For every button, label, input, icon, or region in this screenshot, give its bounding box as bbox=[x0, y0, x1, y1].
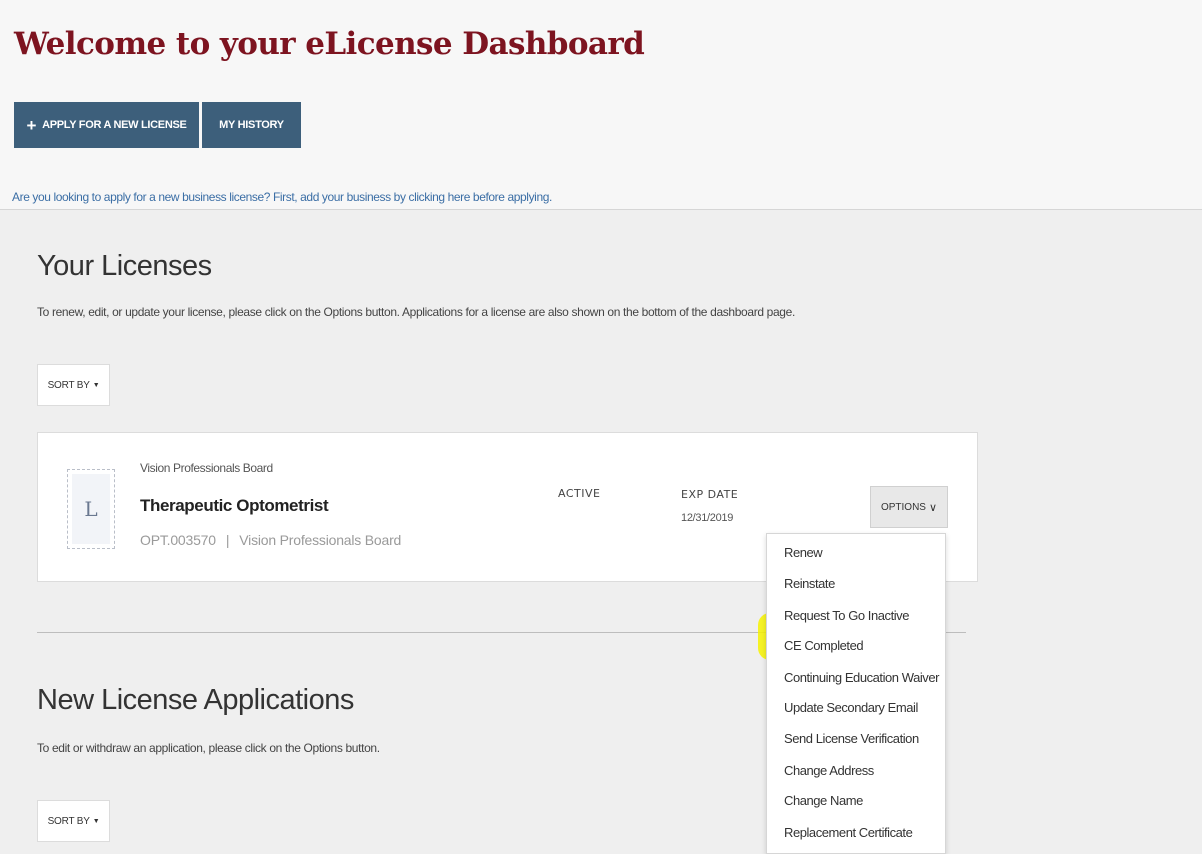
apply-new-license-button[interactable]: + APPLY FOR A NEW LICENSE bbox=[14, 102, 199, 148]
menu-item-reinstate[interactable]: Reinstate bbox=[784, 576, 835, 591]
exp-date-value: 12/31/2019 bbox=[681, 512, 734, 524]
sort-by-label: SORT BY bbox=[47, 379, 90, 391]
applications-sort-by-button[interactable]: SORT BY ▼ bbox=[37, 800, 110, 842]
license-name: Therapeutic Optometrist bbox=[140, 496, 329, 515]
new-applications-title: New License Applications bbox=[37, 684, 354, 716]
caret-down-icon: ▼ bbox=[92, 817, 100, 825]
options-label: OPTIONS bbox=[880, 501, 926, 513]
menu-item-ce-completed[interactable]: CE Completed bbox=[784, 638, 864, 653]
exp-date-label: EXP DATE bbox=[681, 488, 739, 501]
caret-down-icon: ▼ bbox=[92, 381, 100, 389]
plus-icon: + bbox=[26, 115, 37, 135]
add-business-link[interactable]: Are you looking to apply for a new busin… bbox=[12, 190, 552, 204]
license-status: ACTIVE bbox=[558, 487, 601, 500]
menu-item-send-license-verification[interactable]: Send License Verification bbox=[784, 731, 919, 746]
my-history-label: MY HISTORY bbox=[219, 119, 284, 131]
header-divider bbox=[0, 209, 1202, 210]
menu-item-ce-waiver[interactable]: Continuing Education Waiver bbox=[784, 670, 939, 685]
menu-item-replacement-certificate[interactable]: Replacement Certificate bbox=[784, 825, 913, 840]
license-certificate-icon: L bbox=[67, 469, 115, 549]
apply-new-license-label: APPLY FOR A NEW LICENSE bbox=[42, 119, 187, 131]
new-applications-description: To edit or withdraw an application, plea… bbox=[37, 741, 380, 755]
your-licenses-title: Your Licenses bbox=[37, 250, 212, 282]
license-separator: | bbox=[225, 532, 230, 548]
license-board-name: Vision Professionals Board bbox=[140, 461, 273, 475]
license-certificate-glyph: L bbox=[72, 474, 110, 544]
license-sub-board: Vision Professionals Board bbox=[239, 532, 402, 548]
menu-item-renew[interactable]: Renew bbox=[784, 545, 823, 560]
options-dropdown-menu: Renew Reinstate Request To Go Inactive C… bbox=[766, 533, 946, 854]
your-licenses-description: To renew, edit, or update your license, … bbox=[37, 305, 795, 319]
licenses-sort-by-button[interactable]: SORT BY ▼ bbox=[37, 364, 110, 406]
sort-by-label: SORT BY bbox=[47, 815, 90, 827]
menu-item-update-secondary-email[interactable]: Update Secondary Email bbox=[784, 700, 918, 715]
page-title: Welcome to your eLicense Dashboard bbox=[14, 26, 645, 62]
license-number: OPT.003570 bbox=[140, 532, 216, 548]
menu-item-change-address[interactable]: Change Address bbox=[784, 763, 874, 778]
options-button[interactable]: OPTIONS ∨ bbox=[870, 486, 948, 528]
my-history-button[interactable]: MY HISTORY bbox=[202, 102, 301, 148]
license-subtitle: OPT.003570 | Vision Professionals Board bbox=[140, 532, 401, 548]
chevron-down-icon: ∨ bbox=[928, 501, 938, 514]
menu-item-request-inactive[interactable]: Request To Go Inactive bbox=[784, 608, 909, 623]
menu-item-change-name[interactable]: Change Name bbox=[784, 793, 863, 808]
